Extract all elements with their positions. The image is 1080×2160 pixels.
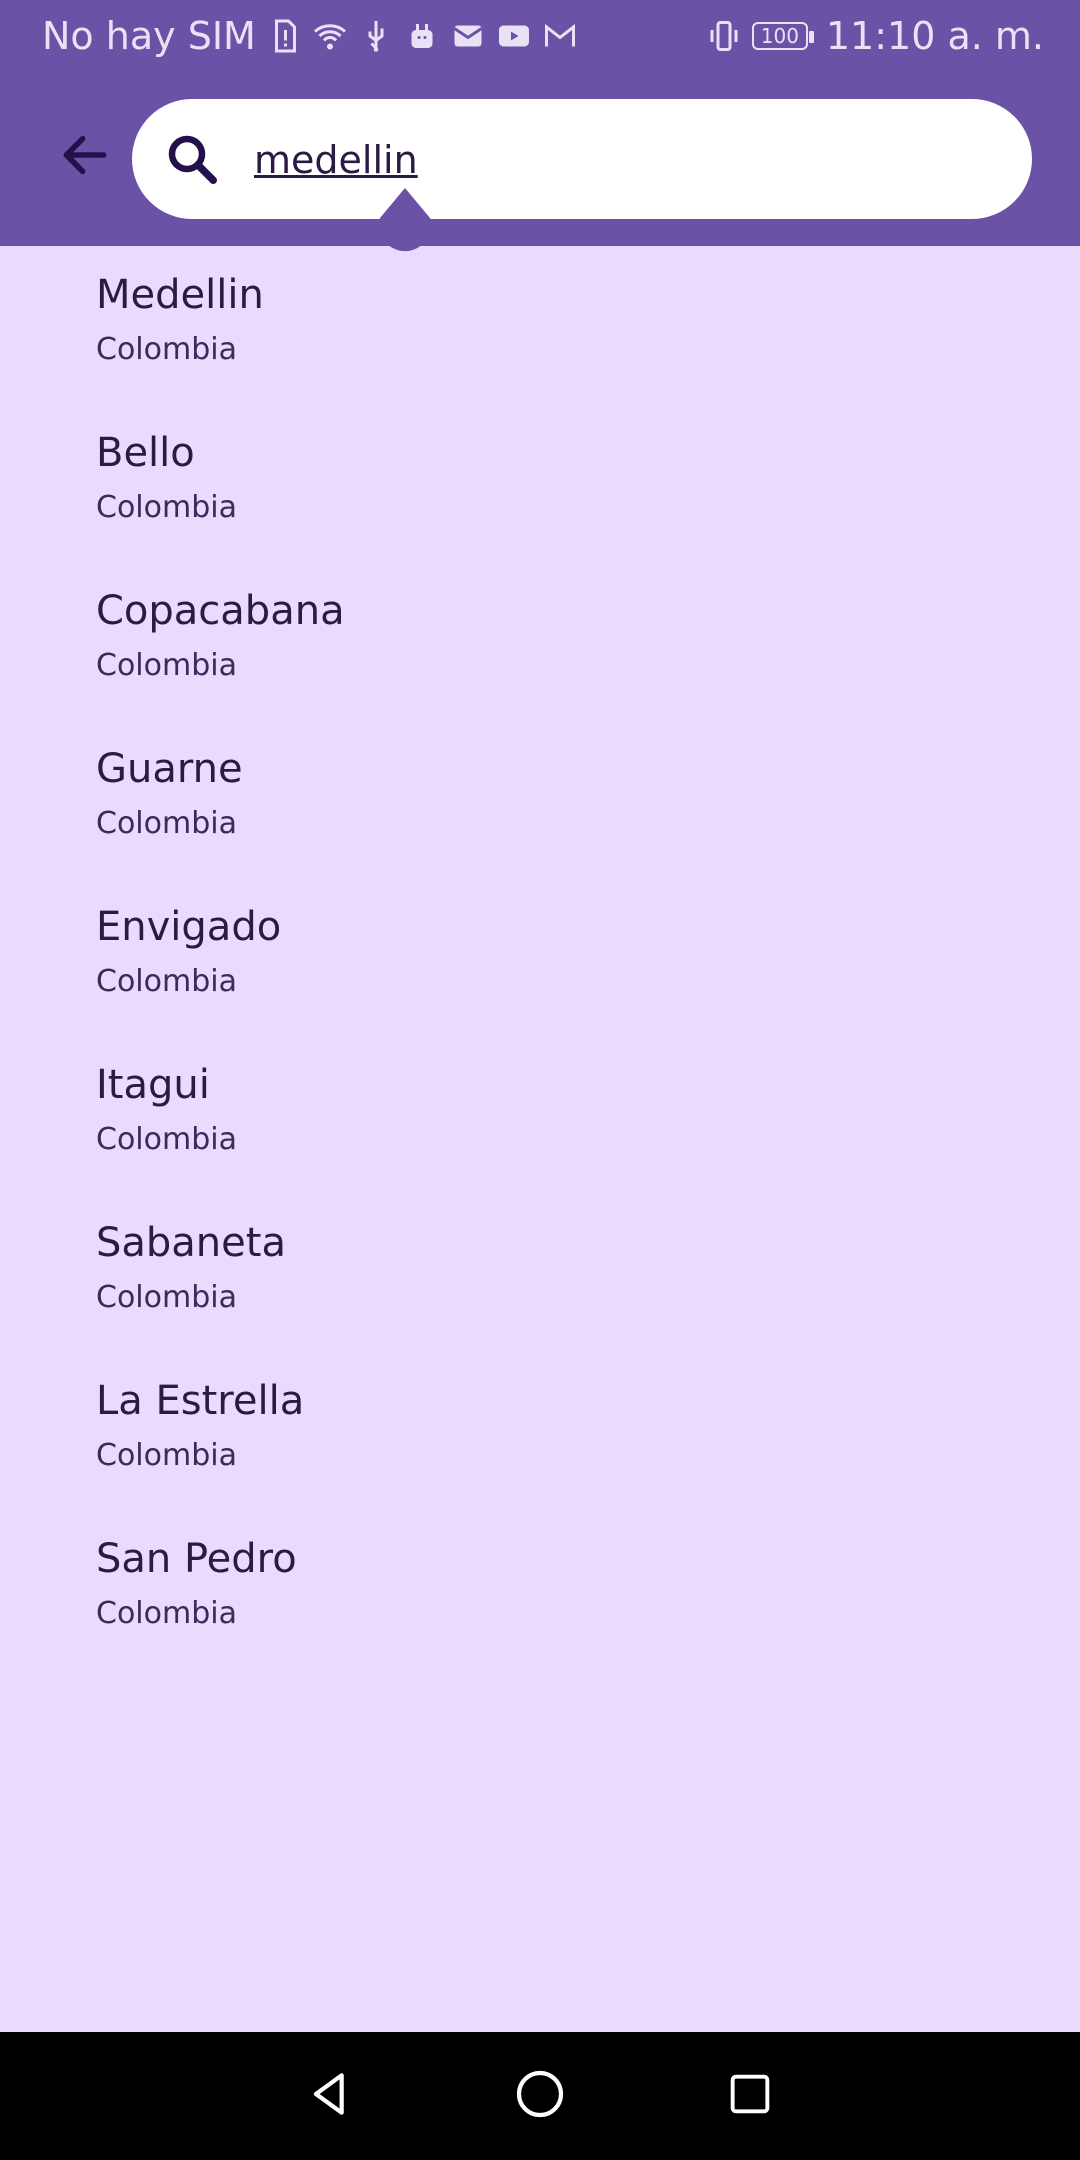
result-city: Bello <box>96 430 195 476</box>
result-city: Guarne <box>96 746 243 792</box>
back-arrow-icon <box>57 127 113 187</box>
mail-icon <box>450 18 486 54</box>
result-country: Colombia <box>96 1122 237 1157</box>
nav-recents-button[interactable] <box>715 2061 785 2131</box>
navigation-bar <box>0 2032 1080 2160</box>
battery-level: 100 <box>760 24 799 48</box>
search-box[interactable] <box>132 99 1032 219</box>
result-item[interactable]: Bello Colombia <box>0 404 1080 562</box>
cursor-handle[interactable] <box>378 188 432 258</box>
result-city: Medellin <box>96 272 264 318</box>
result-country: Colombia <box>96 806 237 841</box>
result-item[interactable]: Guarne Colombia <box>0 720 1080 878</box>
result-item[interactable]: Medellin Colombia <box>0 246 1080 404</box>
status-bar: No hay SIM 100 11:10 a. m. <box>0 0 1080 72</box>
wifi-icon <box>312 18 348 54</box>
sim-alert-icon <box>266 18 302 54</box>
result-country: Colombia <box>96 1280 237 1315</box>
search-icon <box>160 127 224 191</box>
app-bar <box>0 72 1080 246</box>
gmail-icon <box>542 18 578 54</box>
result-item[interactable]: Itagui Colombia <box>0 1036 1080 1194</box>
search-input[interactable] <box>252 121 996 199</box>
status-bar-left: No hay SIM <box>42 14 578 58</box>
youtube-icon <box>496 18 532 54</box>
result-country: Colombia <box>96 648 237 683</box>
result-country: Colombia <box>96 332 237 367</box>
usb-icon <box>358 18 394 54</box>
result-country: Colombia <box>96 964 237 999</box>
result-country: Colombia <box>96 1438 237 1473</box>
result-city: La Estrella <box>96 1378 305 1424</box>
result-city: Sabaneta <box>96 1220 286 1266</box>
android-icon <box>404 18 440 54</box>
battery-icon: 100 <box>751 22 814 50</box>
result-city: Itagui <box>96 1062 210 1108</box>
back-button[interactable] <box>50 122 120 192</box>
nav-home-icon <box>512 2066 568 2126</box>
result-item[interactable]: Sabaneta Colombia <box>0 1194 1080 1352</box>
nav-back-button[interactable] <box>295 2061 365 2131</box>
result-country: Colombia <box>96 490 237 525</box>
nav-home-button[interactable] <box>505 2061 575 2131</box>
result-item[interactable]: Copacabana Colombia <box>0 562 1080 720</box>
result-city: Envigado <box>96 904 282 950</box>
result-item[interactable]: San Pedro Colombia <box>0 1510 1080 1668</box>
result-item[interactable]: Envigado Colombia <box>0 878 1080 1036</box>
vibrate-icon <box>706 18 742 54</box>
result-city: Copacabana <box>96 588 345 634</box>
results-list: Medellin Colombia Bello Colombia Copacab… <box>0 246 1080 2032</box>
result-item[interactable]: La Estrella Colombia <box>0 1352 1080 1510</box>
result-country: Colombia <box>96 1596 237 1631</box>
clock: 11:10 a. m. <box>825 14 1044 58</box>
carrier-label: No hay SIM <box>42 14 256 58</box>
result-city: San Pedro <box>96 1536 297 1582</box>
nav-back-icon <box>302 2066 358 2126</box>
status-bar-right: 100 11:10 a. m. <box>706 14 1044 58</box>
nav-recents-icon <box>724 2068 776 2124</box>
